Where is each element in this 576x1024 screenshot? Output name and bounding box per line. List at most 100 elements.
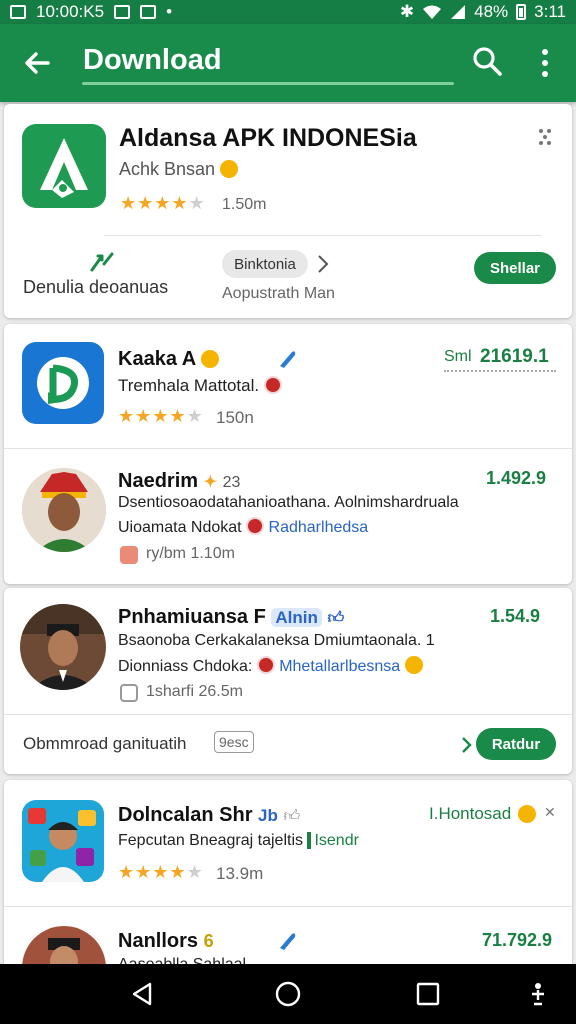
battery-icon [516,4,527,20]
row-divider [4,448,572,449]
rating-stars: ★★★★★ [118,406,204,426]
app-price[interactable]: 21619.1 [480,346,549,368]
status-left-text: 10:00:K5 [36,2,105,21]
notification-icon [10,5,26,19]
promo-button[interactable]: Ratdur [476,728,556,760]
thumbs-up-icon: 👍︎ [283,808,301,825]
back-arrow-icon[interactable] [20,46,54,80]
app-price[interactable]: 1.54.9 [490,606,540,627]
heart-icon [220,160,239,178]
rating-stars: ★★★★★ [118,862,204,882]
avatar[interactable] [20,604,106,690]
rating-count: 13.9m [216,864,264,883]
search-icon[interactable] [470,44,504,78]
detail-prefix: Dionniass Chdoka: [118,658,253,675]
detail-link[interactable]: Radharlhedsa [269,519,369,536]
price-prefix: Sml [444,348,472,365]
app-name[interactable]: Naedrim ✦ 23 [118,470,240,493]
subtitle-text: Tremhala Mattotal. [118,376,260,395]
subtitle-tag: Isendr [307,832,359,849]
app-name[interactable]: Dolncalan Shr Jb 👍︎ [118,804,300,827]
app-price[interactable]: I.Hontosad [429,804,511,824]
featured-app-card[interactable]: Aldansa APK INDONESia Achk Bnsan ★★★★★ 1… [4,104,572,318]
app-price[interactable]: 71.792.9 [482,930,552,951]
app-name-text: Kaaka A [118,348,196,370]
app-description: Bsaonoba Cerkakalaneksa Dmiumtaonala. 1 [118,632,435,649]
app-subtitle: Tremhala Mattotal. [118,376,282,396]
app-meta: ry/bm 1.10m [146,545,235,562]
featured-app-name[interactable]: Aldansa APK INDONESia [119,124,417,153]
signal-icon [451,5,466,19]
app-logo-icon [40,138,88,198]
app-name-text: Naedrim [118,470,199,492]
app-subtitle: Fepcutan Bneagraj tajeltis Isendr [118,832,359,850]
featured-developer: Achk Bnsan [119,159,239,180]
app-list-card: Dolncalan Shr Jb 👍︎ Fepcutan Bneagraj ta… [4,780,572,980]
app-name[interactable]: Kaaka A [118,348,220,371]
featured-app-icon[interactable] [22,124,106,208]
app-list-card: Kaaka A Tremhala Mattotal. ★★★★★ 150n Sm… [4,324,572,584]
app-bar: Download [0,24,576,102]
rating-count: 150n [216,408,254,427]
system-nav-bar [0,964,576,1024]
app-detail: Dionniass Chdoka: Mhetallarlbesnsa [118,656,423,676]
more-vert-icon[interactable] [530,46,560,80]
app-list-card: Pnhamiuansa F Alnin 👍︎ Bsaonoba Cerkakal… [4,588,572,774]
bluetooth-icon: ✱ [399,2,415,21]
name-suffix: 6 [203,931,214,951]
face-icon [518,805,536,823]
verified-icon [280,933,296,950]
detail-prefix: Uioamata Ndokat [118,519,242,536]
smile-icon [201,350,220,368]
trend-arrow-icon [90,252,114,272]
featured-rating-stars: ★★★★★ [120,193,206,213]
recents-nav-icon[interactable] [414,980,442,1008]
back-nav-icon[interactable] [128,980,156,1008]
developer-name: Achk Bnsan [119,159,216,179]
app-name-text: Pnhamiuansa F [118,606,266,628]
status-time: 3:11 [534,2,566,21]
home-nav-icon[interactable] [274,980,302,1008]
battery-percent: 48% [474,2,509,21]
app-name[interactable]: Nanllors 6 [118,930,214,953]
featured-divider [104,235,542,236]
app-name[interactable]: Pnhamiuansa F Alnin 👍︎ [118,606,344,629]
image-icon [120,684,138,702]
featured-chip-subtitle: Aopustrath Man [222,285,335,302]
app-logo-icon [37,357,89,409]
promo-tag: 9esc [214,731,254,753]
accessibility-icon[interactable] [524,980,552,1008]
chevron-right-icon[interactable] [460,736,472,754]
mail-icon [140,5,157,19]
close-icon[interactable]: ✕ [544,804,556,821]
avatar-badge-icon [263,376,282,394]
heart-icon [404,656,423,674]
app-name-text: Nanllors [118,930,199,952]
app-icon[interactable] [22,800,104,882]
avatar[interactable] [22,468,106,552]
status-bar: 10:00:K5 • ✱ 48% 3:11 [0,0,576,24]
chevron-right-icon[interactable] [316,254,330,274]
featured-chip[interactable]: Binktonia [222,250,308,278]
app-screen: 10:00:K5 • ✱ 48% 3:11 Download Aldansa A… [0,0,576,1024]
featured-rating-count: 1.50m [222,196,267,213]
subtitle-text: Fepcutan Bneagraj tajeltis [118,832,303,849]
promo-label: Obmmroad ganituatih [23,734,187,753]
app-description: Dsentiosoaodatahanioathana. Aolnimshardr… [118,494,459,511]
featured-action-button[interactable]: Shellar [474,252,556,284]
row-divider [4,906,572,907]
detail-link[interactable]: Mhetallarlbesnsa [279,658,400,675]
title-underline [82,82,454,85]
app-meta: 1sharfi 26.5m [146,683,243,700]
thumbs-up-icon: 👍︎ [327,610,345,627]
page-title: Download [83,44,222,76]
name-tag[interactable]: Alnin [271,608,322,627]
price-dots [444,370,556,372]
featured-category: Denulia deoanuas [23,277,169,297]
video-icon [120,546,138,564]
app-name-text: Dolncalan Shr [118,804,253,826]
row-divider [4,714,572,715]
app-icon[interactable] [22,342,104,424]
app-price[interactable]: 1.492.9 [486,468,546,489]
menu-dots-icon[interactable] [538,128,552,146]
